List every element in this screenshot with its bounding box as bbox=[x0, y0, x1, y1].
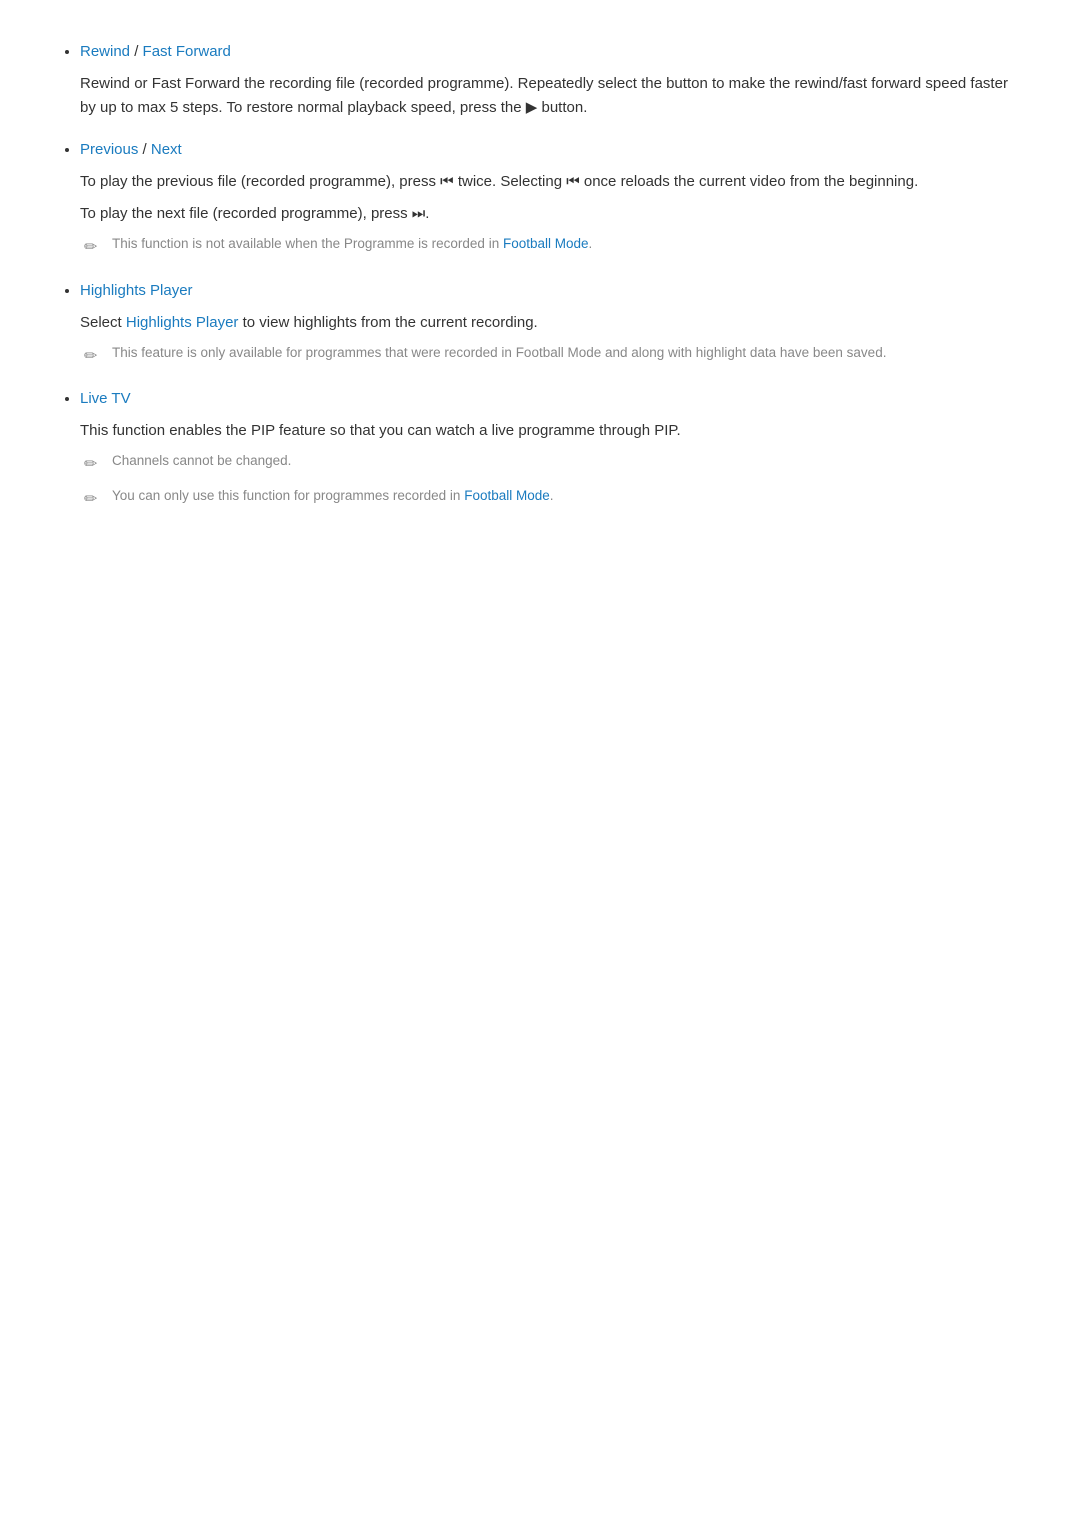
item-body-previous-next: To play the previous file (recorded prog… bbox=[80, 170, 1020, 261]
separator-2: / bbox=[143, 141, 151, 158]
link-fast-forward[interactable]: Fast Forward bbox=[143, 43, 231, 60]
link-next[interactable]: Next bbox=[151, 141, 182, 158]
link-highlights-player-inline[interactable]: Highlights Player bbox=[126, 314, 239, 331]
note-text-4: You can only use this function for progr… bbox=[112, 486, 554, 506]
note-live-tv-2: ✏ You can only use this function for pro… bbox=[80, 486, 1020, 513]
item-title-highlights: Highlights Player bbox=[80, 279, 1020, 303]
link-rewind[interactable]: Rewind bbox=[80, 43, 130, 60]
link-football-mode-1[interactable]: Football Mode bbox=[503, 236, 589, 251]
note-text-2: This feature is only available for progr… bbox=[112, 343, 886, 363]
note-highlights: ✏ This feature is only available for pro… bbox=[80, 343, 1020, 370]
note-icon-4: ✏ bbox=[84, 487, 104, 513]
item-title-rewind: Rewind / Fast Forward bbox=[80, 40, 1020, 64]
list-item-live-tv: Live TV This function enables the PIP fe… bbox=[80, 387, 1020, 512]
item-title-previous-next: Previous / Next bbox=[80, 138, 1020, 162]
note-icon-3: ✏ bbox=[84, 452, 104, 478]
previous-description: To play the previous file (recorded prog… bbox=[80, 170, 1020, 194]
note-previous-next: ✏ This function is not available when th… bbox=[80, 234, 1020, 261]
link-football-mode-2[interactable]: Football Mode bbox=[464, 488, 550, 503]
rewind-description: Rewind or Fast Forward the recording fil… bbox=[80, 72, 1020, 120]
note-text-1: This function is not available when the … bbox=[112, 234, 592, 254]
item-body-highlights: Select Highlights Player to view highlig… bbox=[80, 311, 1020, 370]
note-icon-1: ✏ bbox=[84, 235, 104, 261]
next-description: To play the next file (recorded programm… bbox=[80, 202, 1020, 226]
item-body-live-tv: This function enables the PIP feature so… bbox=[80, 419, 1020, 512]
list-item-highlights-player: Highlights Player Select Highlights Play… bbox=[80, 279, 1020, 370]
note-live-tv-1: ✏ Channels cannot be changed. bbox=[80, 451, 1020, 478]
link-live-tv[interactable]: Live TV bbox=[80, 390, 131, 407]
live-tv-description: This function enables the PIP feature so… bbox=[80, 419, 1020, 443]
note-icon-2: ✏ bbox=[84, 344, 104, 370]
highlights-description: Select Highlights Player to view highlig… bbox=[80, 311, 1020, 335]
note-text-3: Channels cannot be changed. bbox=[112, 451, 291, 471]
item-title-live-tv: Live TV bbox=[80, 387, 1020, 411]
item-body-rewind: Rewind or Fast Forward the recording fil… bbox=[80, 72, 1020, 120]
link-highlights-player[interactable]: Highlights Player bbox=[80, 282, 193, 299]
list-item-previous-next: Previous / Next To play the previous fil… bbox=[80, 138, 1020, 261]
content-list: Rewind / Fast Forward Rewind or Fast For… bbox=[60, 40, 1020, 512]
list-item-rewind-fast-forward: Rewind / Fast Forward Rewind or Fast For… bbox=[80, 40, 1020, 120]
separator: / bbox=[134, 43, 142, 60]
link-previous[interactable]: Previous bbox=[80, 141, 138, 158]
